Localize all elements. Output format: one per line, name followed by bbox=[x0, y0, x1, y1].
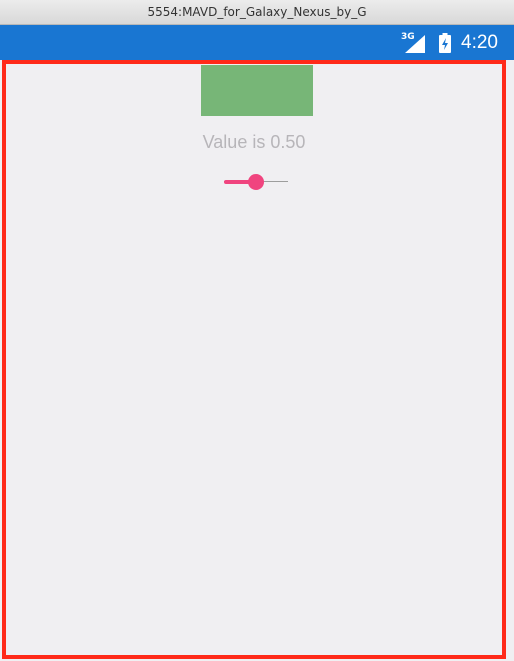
status-clock: 4:20 bbox=[461, 31, 498, 53]
value-slider[interactable] bbox=[220, 172, 292, 192]
battery-icon bbox=[439, 32, 452, 53]
status-icons: 3G 4:20 bbox=[399, 25, 498, 60]
window-titlebar: 5554:MAVD_for_Galaxy_Nexus_by_G bbox=[0, 0, 514, 25]
emulator-window: 5554:MAVD_for_Galaxy_Nexus_by_G 3G 4:20 … bbox=[0, 0, 514, 661]
app-content: Value is 0.50 bbox=[2, 60, 506, 659]
signal-icon: 3G bbox=[399, 32, 429, 54]
value-label: Value is 0.50 bbox=[202, 132, 306, 152]
android-status-bar: 3G 4:20 bbox=[0, 25, 514, 60]
slider-thumb[interactable] bbox=[248, 174, 264, 190]
window-title: 5554:MAVD_for_Galaxy_Nexus_by_G bbox=[147, 5, 367, 19]
color-box bbox=[201, 65, 313, 116]
